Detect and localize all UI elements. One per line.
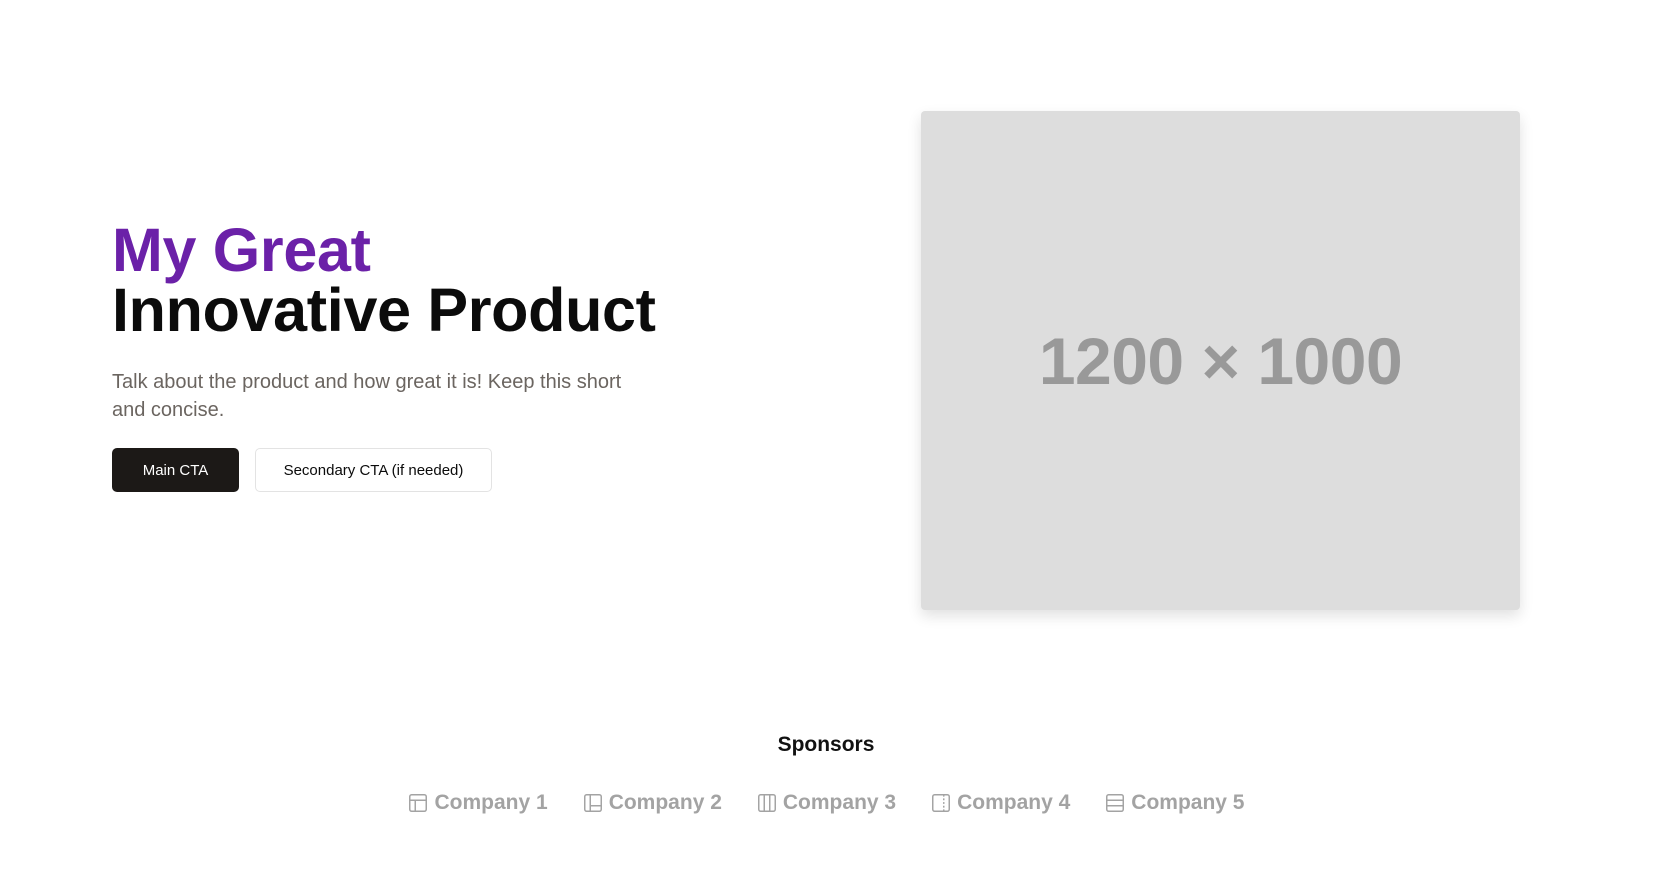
image-placeholder-label: 1200 × 1000 [1038, 323, 1403, 398]
landing-page: My Great Innovative Product Talk about t… [0, 0, 1668, 882]
sponsor-company-4: Company 4 [930, 791, 1070, 815]
hero-image-placeholder: 1200 × 1000 [921, 111, 1520, 610]
secondary-cta-button[interactable]: Secondary CTA (if needed) [255, 448, 492, 492]
hero-description: Talk about the product and how great it … [112, 371, 622, 421]
sponsor-label: Company 5 [1131, 791, 1245, 814]
sponsor-label: Company 4 [957, 791, 1071, 814]
sponsor-company-5: Company 5 [1104, 791, 1245, 815]
hero-title-main: Innovative Product [112, 276, 656, 344]
sponsor-company-1: Company 1 [407, 791, 548, 815]
sponsor-list: Company 1 Company 2 Company 3 Company 4 … [0, 791, 1652, 815]
cta-row: Main CTA Secondary CTA (if needed) [112, 448, 672, 492]
layout-sidebar-icon [582, 792, 604, 814]
sponsor-label: Company 2 [608, 791, 722, 814]
sponsors-title: Sponsors [777, 733, 875, 756]
layout-icon [407, 792, 429, 814]
sidebar-right-icon [930, 792, 952, 814]
hero-title: My Great Innovative Product [112, 216, 672, 344]
sponsor-label: Company 3 [782, 791, 897, 814]
sponsors-section: Sponsors Company 1 Company 2 Company 3 C… [0, 733, 1652, 815]
columns-icon [756, 792, 778, 814]
sponsor-label: Company 1 [434, 791, 548, 814]
hero-section: My Great Innovative Product Talk about t… [112, 220, 672, 492]
rows-icon [1104, 792, 1126, 814]
sponsor-company-2: Company 2 [582, 791, 722, 815]
main-cta-button[interactable]: Main CTA [112, 448, 239, 492]
hero-title-accent: My Great [112, 216, 371, 284]
sponsor-company-3: Company 3 [756, 791, 896, 815]
